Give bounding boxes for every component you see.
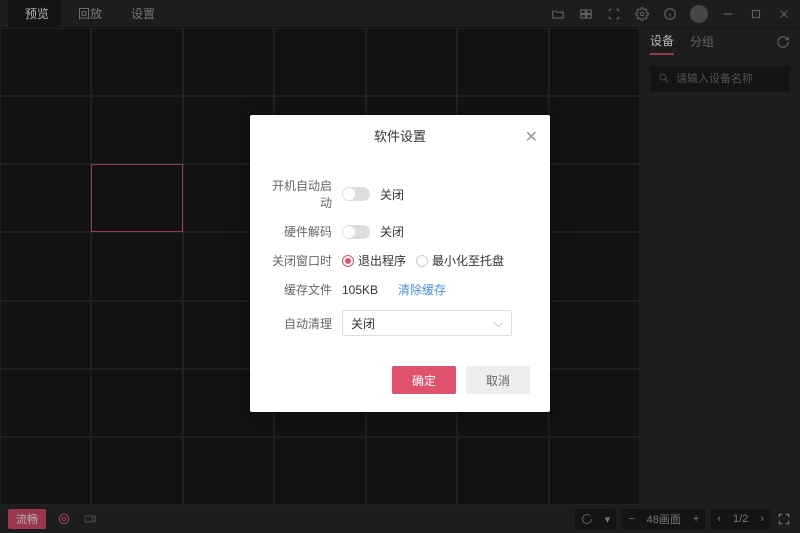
label-autoclean: 自动清理 — [270, 315, 342, 332]
radio-exit-label: 退出程序 — [358, 252, 406, 269]
dialog-footer: 确定 取消 — [250, 366, 550, 412]
row-autoclean: 自动清理 关闭 ⌵ — [270, 310, 530, 336]
radio-tray-label: 最小化至托盘 — [432, 252, 504, 269]
label-closewin: 关闭窗口时 — [270, 252, 342, 269]
toggle-hwdecode[interactable] — [342, 225, 370, 239]
cache-size: 105KB — [342, 283, 378, 297]
row-autostart: 开机自动启动 关闭 — [270, 177, 530, 211]
radio-tray[interactable]: 最小化至托盘 — [416, 252, 504, 269]
settings-dialog: 软件设置 ✕ 开机自动启动 关闭 硬件解码 关闭 关闭窗口时 — [250, 115, 550, 412]
dialog-title: 软件设置 — [374, 126, 426, 145]
dialog-close-icon[interactable]: ✕ — [525, 127, 538, 147]
cancel-button[interactable]: 取消 — [466, 366, 530, 394]
dialog-body: 开机自动启动 关闭 硬件解码 关闭 关闭窗口时 退出程序 最小化至托盘 — [250, 155, 550, 366]
label-hwdecode: 硬件解码 — [270, 223, 342, 240]
row-closewin: 关闭窗口时 退出程序 最小化至托盘 — [270, 252, 530, 269]
label-cache: 缓存文件 — [270, 281, 342, 298]
ok-button[interactable]: 确定 — [392, 366, 456, 394]
dialog-overlay: 软件设置 ✕ 开机自动启动 关闭 硬件解码 关闭 关闭窗口时 — [0, 0, 800, 533]
chevron-down-icon: ⌵ — [494, 316, 503, 331]
row-hwdecode: 硬件解码 关闭 — [270, 223, 530, 240]
select-autoclean[interactable]: 关闭 ⌵ — [342, 310, 512, 336]
radio-dot-icon — [416, 255, 428, 267]
row-cache: 缓存文件 105KB 清除缓存 — [270, 281, 530, 298]
radio-exit[interactable]: 退出程序 — [342, 252, 406, 269]
state-autostart: 关闭 — [380, 186, 404, 203]
label-autostart: 开机自动启动 — [270, 177, 342, 211]
select-value: 关闭 — [351, 315, 375, 332]
toggle-autostart[interactable] — [342, 187, 370, 201]
radio-dot-icon — [342, 255, 354, 267]
dialog-header: 软件设置 ✕ — [250, 115, 550, 155]
clear-cache-link[interactable]: 清除缓存 — [398, 281, 446, 298]
state-hwdecode: 关闭 — [380, 223, 404, 240]
